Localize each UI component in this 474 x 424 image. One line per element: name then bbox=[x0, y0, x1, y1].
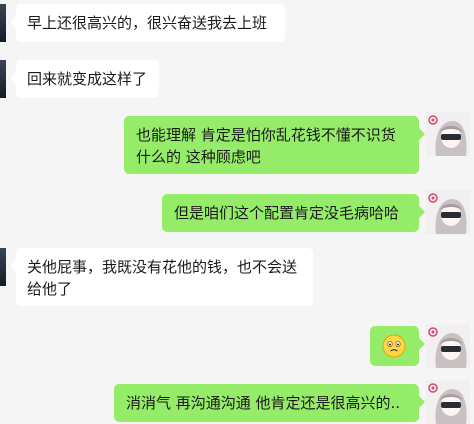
self-avatar[interactable] bbox=[426, 190, 470, 234]
message-text: 回来就变成这样了 bbox=[27, 70, 148, 88]
message-bubble-outgoing[interactable]: 但是咱们这个配置肯定没毛病哈哈 bbox=[162, 194, 425, 232]
message-text-line: 给他了 bbox=[27, 280, 73, 298]
contact-avatar[interactable] bbox=[0, 60, 6, 98]
message-text: 早上还很高兴的，很兴奋送我去上班 bbox=[27, 14, 268, 32]
anime-girl-avatar-icon bbox=[426, 324, 470, 368]
message-text: 但是咱们这个配置肯定没毛病哈哈 bbox=[174, 204, 400, 222]
message-text-line: 什么的 这种顾虑吧 bbox=[136, 148, 261, 166]
message-text-line: 关他屁事，我既没有花他的钱，也不会送 bbox=[27, 258, 298, 276]
message-bubble-incoming[interactable]: 早上还很高兴的，很兴奋送我去上班 bbox=[10, 4, 285, 42]
message-bubble-outgoing[interactable]: 消消气 再沟通沟通 他肯定还是很高兴的.. bbox=[114, 384, 425, 422]
anime-girl-avatar-icon bbox=[426, 112, 470, 156]
message-bubble-outgoing[interactable] bbox=[370, 326, 425, 366]
self-avatar[interactable] bbox=[426, 380, 470, 424]
contact-avatar[interactable] bbox=[0, 4, 6, 42]
contact-avatar[interactable] bbox=[0, 248, 6, 286]
anime-girl-avatar-icon bbox=[426, 190, 470, 234]
chat-area: 早上还很高兴的，很兴奋送我去上班 回来就变成这样了 也能理解 肯定是怕你乱花钱不… bbox=[0, 0, 474, 424]
message-text-line: 也能理解 肯定是怕你乱花钱不懂不识货 bbox=[136, 126, 396, 144]
message-bubble-outgoing[interactable]: 也能理解 肯定是怕你乱花钱不懂不识货 什么的 这种顾虑吧 bbox=[124, 116, 425, 174]
self-avatar[interactable] bbox=[426, 324, 470, 368]
self-avatar[interactable] bbox=[426, 112, 470, 156]
anime-girl-avatar-icon bbox=[426, 380, 470, 424]
message-bubble-incoming[interactable]: 回来就变成这样了 bbox=[10, 60, 159, 98]
worried-face-emoji-icon bbox=[382, 334, 406, 358]
message-bubble-incoming[interactable]: 关他屁事，我既没有花他的钱，也不会送 给他了 bbox=[10, 248, 313, 306]
message-text: 消消气 再沟通沟通 他肯定还是很高兴的.. bbox=[126, 394, 401, 412]
